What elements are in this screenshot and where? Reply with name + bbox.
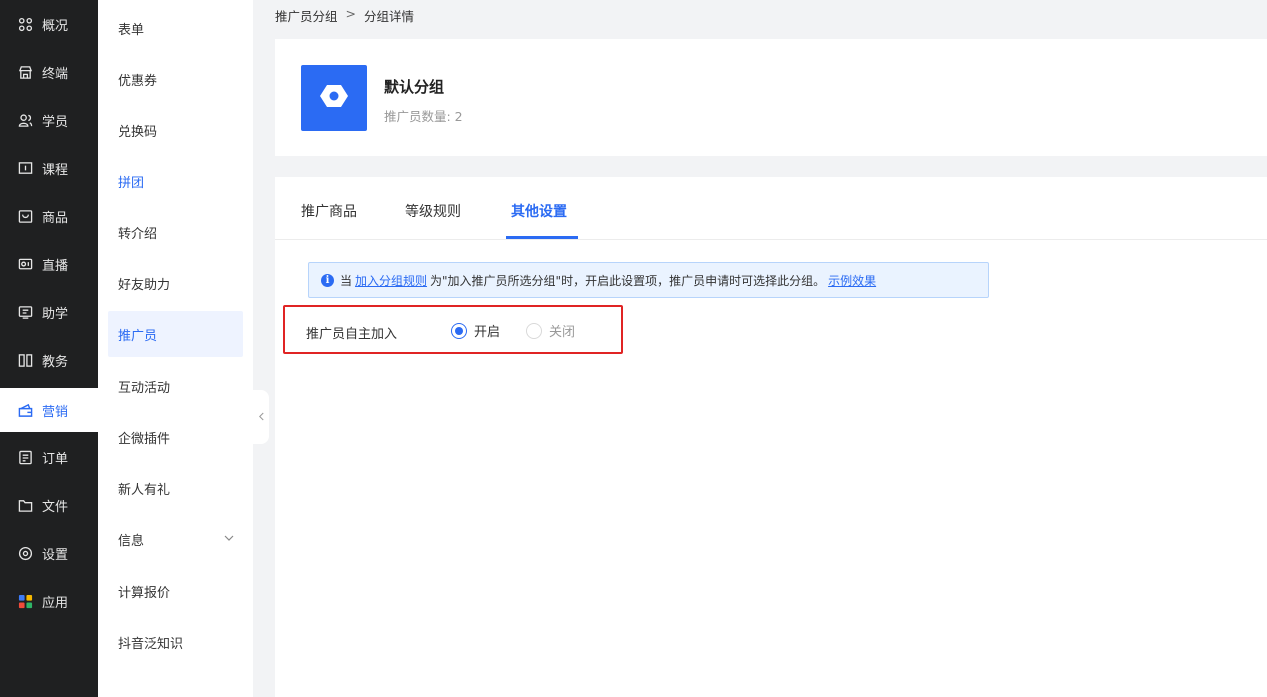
users-icon: [18, 113, 33, 128]
apps-icon: [18, 594, 33, 609]
nav-item-students[interactable]: 学员: [0, 100, 98, 140]
study-icon: [18, 305, 33, 320]
nav-item-label: 概况: [42, 18, 69, 34]
hexagon-icon: [318, 80, 350, 116]
nav-item-label: 设置: [42, 547, 69, 563]
grid-icon: [18, 17, 33, 32]
nav-item-label: 课程: [42, 162, 69, 178]
nav-item-live[interactable]: 直播: [0, 244, 98, 284]
sub-item-redeem-code[interactable]: 兑换码: [108, 107, 243, 153]
nav-item-label: 学员: [42, 114, 69, 130]
tab-bar: 推广商品 等级规则 其他设置: [275, 177, 1267, 240]
sub-item-form[interactable]: 表单: [108, 5, 243, 51]
nav-item-apps[interactable]: 应用: [0, 581, 98, 621]
breadcrumb-separator: >: [345, 6, 356, 21]
sub-item-label: 转介绍: [118, 226, 158, 242]
breadcrumb-current: 分组详情: [364, 9, 415, 24]
breadcrumb-parent-link[interactable]: 推广员分组: [275, 6, 338, 25]
nav-item-label: 直播: [42, 258, 69, 274]
sub-item-label: 优惠券: [118, 73, 158, 89]
self-join-label: 推广员自主加入: [306, 327, 398, 342]
store-icon: [18, 65, 33, 80]
sub-item-label: 拼团: [118, 175, 145, 191]
sub-item-label: 兑换码: [118, 124, 158, 140]
tab-other-settings[interactable]: 其他设置: [511, 201, 567, 221]
notice-text: 为"加入推广员所选分组"时，开启此设置项，推广员申请时可选择此分组。: [430, 273, 826, 288]
main-nav: 概况 终端 学员 课程 商品 直播 助学 教务 营销 订单 文件 设置 应用: [0, 0, 98, 697]
join-group-rule-link[interactable]: 加入分组规则: [355, 272, 427, 289]
nav-item-affairs[interactable]: 教务: [0, 340, 98, 380]
tab-promoted-goods[interactable]: 推广商品: [301, 201, 357, 221]
group-name: 默认分组: [384, 78, 445, 96]
nav-item-files[interactable]: 文件: [0, 485, 98, 525]
sub-item-interactive[interactable]: 互动活动: [108, 363, 243, 409]
sub-item-friend-assist[interactable]: 好友助力: [108, 260, 243, 306]
group-header-card: 默认分组 推广员数量: 2: [275, 39, 1267, 156]
sub-item-coupon[interactable]: 优惠券: [108, 56, 243, 102]
sub-item-label: 抖音泛知识: [118, 636, 184, 652]
sub-item-promoter[interactable]: 推广员: [108, 311, 243, 357]
nav-item-orders[interactable]: 订单: [0, 437, 98, 477]
sub-item-label: 信息: [118, 533, 145, 549]
nav-item-settings[interactable]: 设置: [0, 533, 98, 573]
sub-item-referral[interactable]: 转介绍: [108, 209, 243, 255]
sub-item-label: 企微插件: [118, 431, 171, 447]
example-effect-link[interactable]: 示例效果: [828, 272, 876, 289]
radio-disable[interactable]: 关闭: [526, 321, 575, 340]
sub-item-newcomer-gift[interactable]: 新人有礼: [108, 465, 243, 511]
nav-item-label: 终端: [42, 66, 69, 82]
chevron-down-icon: [223, 532, 235, 544]
sub-menu: 表单 优惠券 兑换码 拼团 转介绍 好友助力 推广员 互动活动 企微插件 新人有…: [98, 0, 253, 697]
sub-item-label: 好友助力: [118, 277, 171, 293]
sub-item-label: 表单: [118, 22, 145, 38]
nav-item-label: 教务: [42, 354, 69, 370]
radio-checked-icon: [451, 322, 467, 339]
sub-item-label: 计算报价: [118, 585, 171, 601]
radio-enable[interactable]: 开启: [451, 321, 500, 340]
nav-item-label: 订单: [42, 451, 69, 467]
sub-item-label: 推广员: [118, 328, 158, 344]
promoter-count: 推广员数量: 2: [384, 109, 463, 124]
nav-item-overview[interactable]: 概况: [0, 4, 98, 44]
chevron-left-icon: [258, 410, 265, 425]
radio-disable-label: 关闭: [549, 325, 576, 340]
sub-item-info[interactable]: 信息: [108, 516, 243, 562]
nav-item-label: 文件: [42, 499, 69, 515]
group-logo: [301, 65, 367, 131]
nav-item-marketing[interactable]: 营销: [0, 388, 98, 432]
settings-icon: [18, 546, 33, 561]
nav-item-courses[interactable]: 课程: [0, 148, 98, 188]
notice-prefix: 当: [340, 273, 353, 288]
order-icon: [18, 450, 33, 465]
active-tab-indicator: [506, 236, 578, 239]
goods-icon: [18, 209, 33, 224]
sub-item-group-buy[interactable]: 拼团: [108, 158, 243, 204]
nav-item-study[interactable]: 助学: [0, 292, 98, 332]
marketing-icon: [18, 403, 33, 418]
breadcrumb: 推广员分组 > 分组详情: [275, 6, 414, 25]
settings-card: 推广商品 等级规则 其他设置 i 当 加入分组规则 为"加入推广员所选分组"时，…: [275, 177, 1267, 697]
nav-item-label: 应用: [42, 595, 69, 611]
sub-item-wecom-plugin[interactable]: 企微插件: [108, 414, 243, 460]
tab-level-rules[interactable]: 等级规则: [405, 201, 461, 221]
nav-item-goods[interactable]: 商品: [0, 196, 98, 236]
radio-enable-label: 开启: [474, 325, 501, 340]
folder-icon: [18, 498, 33, 513]
live-icon: [18, 257, 33, 272]
nav-item-label: 商品: [42, 210, 69, 226]
sub-item-label: 互动活动: [118, 380, 171, 396]
info-notice: i 当 加入分组规则 为"加入推广员所选分组"时，开启此设置项，推广员申请时可选…: [308, 262, 989, 298]
sub-item-label: 新人有礼: [118, 482, 171, 498]
info-icon: i: [321, 273, 334, 287]
course-icon: [18, 161, 33, 176]
nav-item-label: 营销: [42, 404, 69, 420]
sub-item-douyin[interactable]: 抖音泛知识: [108, 619, 243, 665]
affairs-icon: [18, 353, 33, 368]
nav-item-label: 助学: [42, 306, 69, 322]
sub-item-quote[interactable]: 计算报价: [108, 568, 243, 614]
nav-item-terminal[interactable]: 终端: [0, 52, 98, 92]
collapse-sidebar-button[interactable]: [253, 390, 269, 444]
radio-unchecked-icon: [526, 322, 542, 339]
